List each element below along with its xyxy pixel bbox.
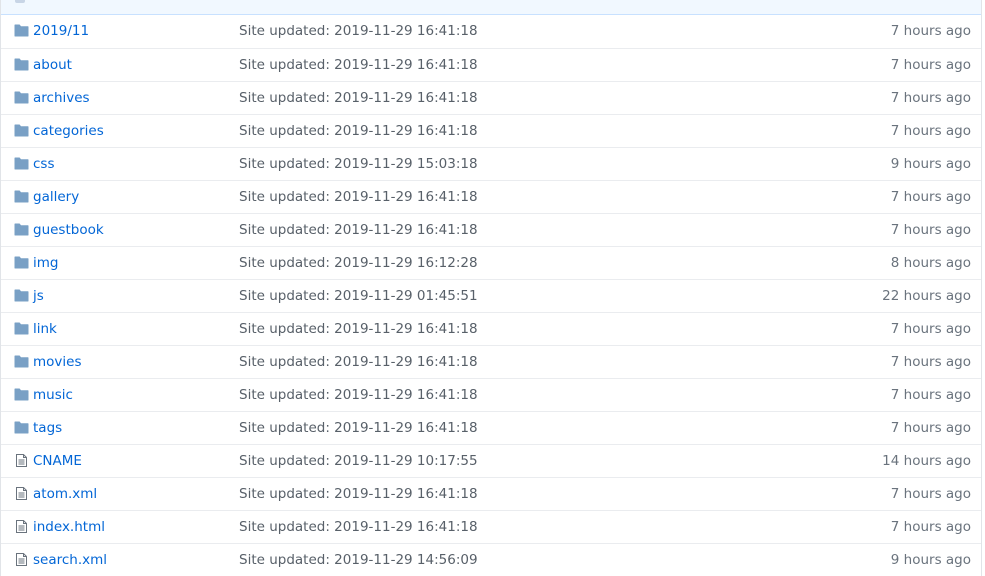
folder-icon [14,289,29,302]
file-name-link[interactable]: archives [33,89,90,108]
commit-age: 7 hours ago [890,486,971,502]
file-name-link[interactable]: js [33,287,44,306]
commit-message-link[interactable]: Site updated: 2019-11-29 16:41:18 [239,386,478,405]
commit-age: 7 hours ago [890,321,971,337]
avatar[interactable] [15,0,25,3]
file-icon [14,520,29,533]
table-row: music Site updated: 2019-11-29 16:41:18 … [1,378,981,411]
table-row: categories Site updated: 2019-11-29 16:4… [1,114,981,147]
commit-age: 7 hours ago [890,57,971,73]
table-row: atom.xml Site updated: 2019-11-29 16:41:… [1,477,981,510]
file-name-link[interactable]: css [33,155,55,174]
file-list-table: 2019/11 Site updated: 2019-11-29 16:41:1… [0,0,982,576]
folder-icon [14,322,29,335]
folder-icon [14,124,29,137]
folder-icon [14,256,29,269]
commit-message-link[interactable]: Site updated: 2019-11-29 16:41:18 [239,22,478,41]
commit-age: 14 hours ago [882,453,971,469]
file-name-link[interactable]: music [33,386,73,405]
commit-age: 7 hours ago [890,387,971,403]
file-name-link[interactable]: search.xml [33,551,107,570]
commit-age: 22 hours ago [882,288,971,304]
file-name-link[interactable]: movies [33,353,82,372]
file-name-link[interactable]: atom.xml [33,485,97,504]
table-row: gallery Site updated: 2019-11-29 16:41:1… [1,180,981,213]
file-icon [14,553,29,566]
file-icon [14,454,29,467]
commit-age: 7 hours ago [890,189,971,205]
folder-icon [14,355,29,368]
folder-icon [14,157,29,170]
table-row: 2019/11 Site updated: 2019-11-29 16:41:1… [1,15,981,48]
file-name-link[interactable]: 2019/11 [33,22,89,41]
commit-age: 7 hours ago [890,23,971,39]
commit-message-link[interactable]: Site updated: 2019-11-29 16:41:18 [239,485,478,504]
commit-message-link[interactable]: Site updated: 2019-11-29 16:41:18 [239,122,478,141]
folder-icon [14,58,29,71]
table-row: js Site updated: 2019-11-29 01:45:51 22 … [1,279,981,312]
file-icon [14,487,29,500]
table-row: about Site updated: 2019-11-29 16:41:18 … [1,48,981,81]
table-row: archives Site updated: 2019-11-29 16:41:… [1,81,981,114]
commit-message-link[interactable]: Site updated: 2019-11-29 16:41:18 [239,89,478,108]
file-name-link[interactable]: link [33,320,57,339]
file-name-link[interactable]: tags [33,419,62,438]
file-name-link[interactable]: index.html [33,518,105,537]
commit-age: 7 hours ago [890,420,971,436]
commit-message-link[interactable]: Site updated: 2019-11-29 16:41:18 [239,320,478,339]
folder-icon [14,223,29,236]
commit-age: 8 hours ago [890,255,971,271]
commit-message-link[interactable]: Site updated: 2019-11-29 16:41:18 [239,419,478,438]
table-row: css Site updated: 2019-11-29 15:03:18 9 … [1,147,981,180]
commit-message-link[interactable]: Site updated: 2019-11-29 01:45:51 [239,287,478,306]
commit-message-link[interactable]: Site updated: 2019-11-29 16:41:18 [239,188,478,207]
file-name-link[interactable]: guestbook [33,221,104,240]
commit-age: 9 hours ago [890,552,971,568]
table-row: tags Site updated: 2019-11-29 16:41:18 7… [1,411,981,444]
file-name-link[interactable]: gallery [33,188,79,207]
table-row: search.xml Site updated: 2019-11-29 14:5… [1,543,981,576]
commit-age: 7 hours ago [890,123,971,139]
file-name-link[interactable]: about [33,56,72,75]
commit-age: 7 hours ago [890,222,971,238]
commit-message-link[interactable]: Site updated: 2019-11-29 16:12:28 [239,254,478,273]
folder-icon [14,190,29,203]
table-row: CNAME Site updated: 2019-11-29 10:17:55 … [1,444,981,477]
file-name-link[interactable]: CNAME [33,452,82,471]
file-name-link[interactable]: img [33,254,58,273]
commit-message-link[interactable]: Site updated: 2019-11-29 10:17:55 [239,452,478,471]
commit-age: 7 hours ago [890,519,971,535]
commit-message-link[interactable]: Site updated: 2019-11-29 16:41:18 [239,518,478,537]
table-row: guestbook Site updated: 2019-11-29 16:41… [1,213,981,246]
commit-message-link[interactable]: Site updated: 2019-11-29 16:41:18 [239,221,478,240]
commit-message-link[interactable]: Site updated: 2019-11-29 14:56:09 [239,551,478,570]
table-row: movies Site updated: 2019-11-29 16:41:18… [1,345,981,378]
commit-age: 9 hours ago [890,156,971,172]
folder-icon [14,388,29,401]
table-row: link Site updated: 2019-11-29 16:41:18 7… [1,312,981,345]
commit-age: 7 hours ago [890,90,971,106]
table-row: img Site updated: 2019-11-29 16:12:28 8 … [1,246,981,279]
latest-commit-header [1,0,981,15]
table-row: index.html Site updated: 2019-11-29 16:4… [1,510,981,543]
commit-message-link[interactable]: Site updated: 2019-11-29 16:41:18 [239,56,478,75]
folder-icon [14,421,29,434]
commit-message-link[interactable]: Site updated: 2019-11-29 15:03:18 [239,155,478,174]
file-rows: 2019/11 Site updated: 2019-11-29 16:41:1… [1,15,981,576]
file-name-link[interactable]: categories [33,122,104,141]
folder-icon [14,24,29,37]
commit-message-link[interactable]: Site updated: 2019-11-29 16:41:18 [239,353,478,372]
folder-icon [14,91,29,104]
commit-age: 7 hours ago [890,354,971,370]
